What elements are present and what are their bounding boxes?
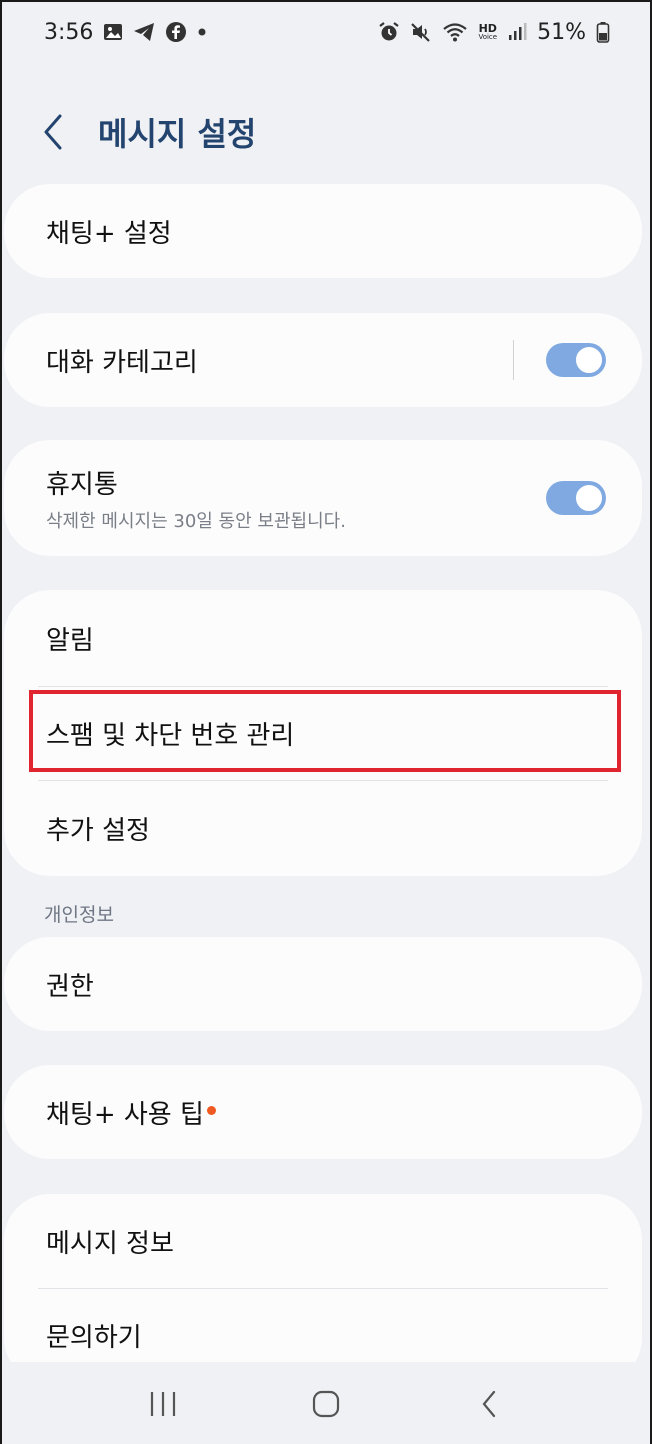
toggle-knob	[574, 345, 604, 375]
status-bar: 3:56 HD Voice 51%	[2, 2, 650, 62]
navigation-bar	[2, 1362, 650, 1444]
notifications-label: 알림	[46, 625, 94, 656]
battery-icon	[596, 21, 610, 43]
chat-plus-tips-item[interactable]: 채팅+ 사용 팁	[4, 1065, 642, 1159]
telegram-icon	[133, 22, 155, 42]
home-button[interactable]	[296, 1374, 356, 1434]
back-icon	[482, 1390, 495, 1418]
trash-item[interactable]: 휴지통 삭제한 메시지는 30일 동안 보관됩니다.	[4, 440, 642, 556]
card-general: 알림 스팸 및 차단 번호 관리 추가 설정	[4, 590, 642, 876]
hd-voice-icon: HD Voice	[478, 23, 497, 41]
card-conversation-categories: 대화 카테고리	[4, 313, 642, 407]
gallery-icon	[103, 22, 123, 42]
alarm-icon	[378, 21, 400, 43]
card-permissions: 권한	[4, 937, 642, 1031]
new-badge-dot	[206, 1105, 216, 1115]
message-info-item[interactable]: 메시지 정보	[4, 1194, 642, 1288]
permissions-item[interactable]: 권한	[4, 937, 642, 1031]
battery-percent: 51%	[537, 19, 586, 45]
card-chat-plus-tips: 채팅+ 사용 팁	[4, 1065, 642, 1159]
permissions-label: 권한	[46, 971, 94, 1002]
back-button[interactable]	[42, 107, 82, 157]
section-label-privacy: 개인정보	[44, 904, 114, 926]
home-icon	[312, 1390, 340, 1418]
more-settings-label: 추가 설정	[46, 815, 150, 846]
spam-block-label: 스팸 및 차단 번호 관리	[46, 720, 295, 751]
status-left: 3:56	[44, 20, 207, 45]
mute-icon	[410, 21, 432, 43]
toggle-knob	[574, 483, 604, 513]
message-info-label: 메시지 정보	[46, 1228, 174, 1259]
notifications-item[interactable]: 알림	[4, 590, 642, 686]
trash-text: 휴지통 삭제한 메시지는 30일 동안 보관됩니다.	[46, 464, 346, 533]
chat-plus-settings-label: 채팅+ 설정	[46, 218, 172, 249]
trash-description: 삭제한 메시지는 30일 동안 보관됩니다.	[46, 510, 346, 532]
spam-block-item[interactable]: 스팸 및 차단 번호 관리	[4, 686, 642, 780]
nav-back-button[interactable]	[459, 1374, 519, 1434]
status-right: HD Voice 51%	[378, 20, 610, 45]
facebook-icon	[165, 21, 187, 43]
page-title: 메시지 설정	[98, 115, 257, 153]
contact-us-label: 문의하기	[46, 1322, 142, 1353]
card-chat-plus: 채팅+ 설정	[4, 184, 642, 278]
card-trash: 휴지통 삭제한 메시지는 30일 동안 보관됩니다.	[4, 440, 642, 556]
trash-label: 휴지통	[46, 469, 118, 500]
signal-icon	[507, 22, 527, 42]
app-header: 메시지 설정	[2, 102, 650, 162]
conversation-categories-toggle[interactable]	[546, 343, 606, 377]
chat-plus-tips-label: 채팅+ 사용 팁	[46, 1099, 204, 1130]
voice-label: Voice	[478, 33, 498, 41]
chevron-left-icon	[44, 114, 62, 150]
dot-icon	[197, 27, 207, 37]
conversation-categories-item[interactable]: 대화 카테고리	[4, 313, 642, 407]
more-settings-item[interactable]: 추가 설정	[4, 780, 642, 876]
card-about: 메시지 정보 문의하기	[4, 1194, 642, 1384]
trash-toggle[interactable]	[546, 481, 606, 515]
recents-icon	[151, 1392, 176, 1416]
vertical-divider	[513, 340, 514, 380]
recents-button[interactable]	[133, 1374, 193, 1434]
conversation-categories-label: 대화 카테고리	[46, 347, 198, 378]
wifi-icon	[442, 21, 468, 43]
status-time: 3:56	[44, 19, 94, 45]
chat-plus-settings-item[interactable]: 채팅+ 설정	[4, 184, 642, 278]
